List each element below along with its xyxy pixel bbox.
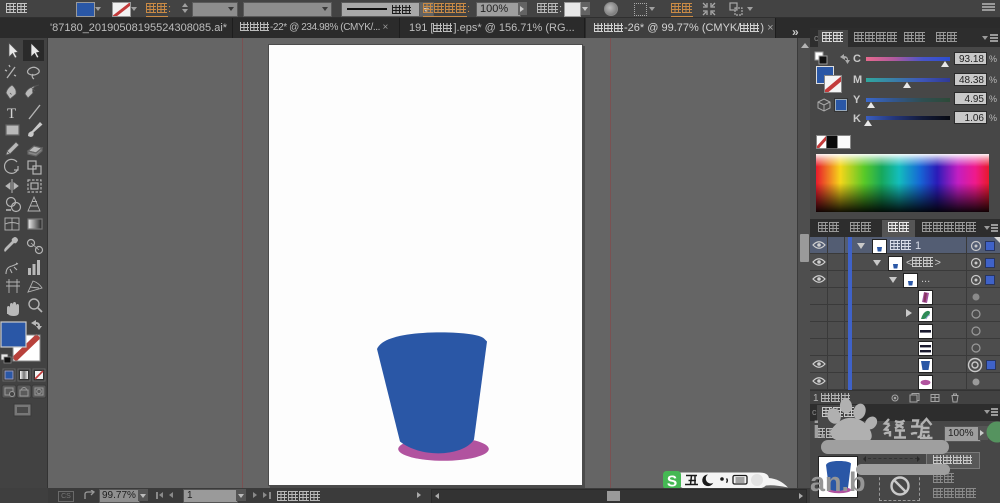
svg-text:S: S bbox=[667, 474, 677, 489]
svg-text:T: T bbox=[7, 106, 16, 122]
